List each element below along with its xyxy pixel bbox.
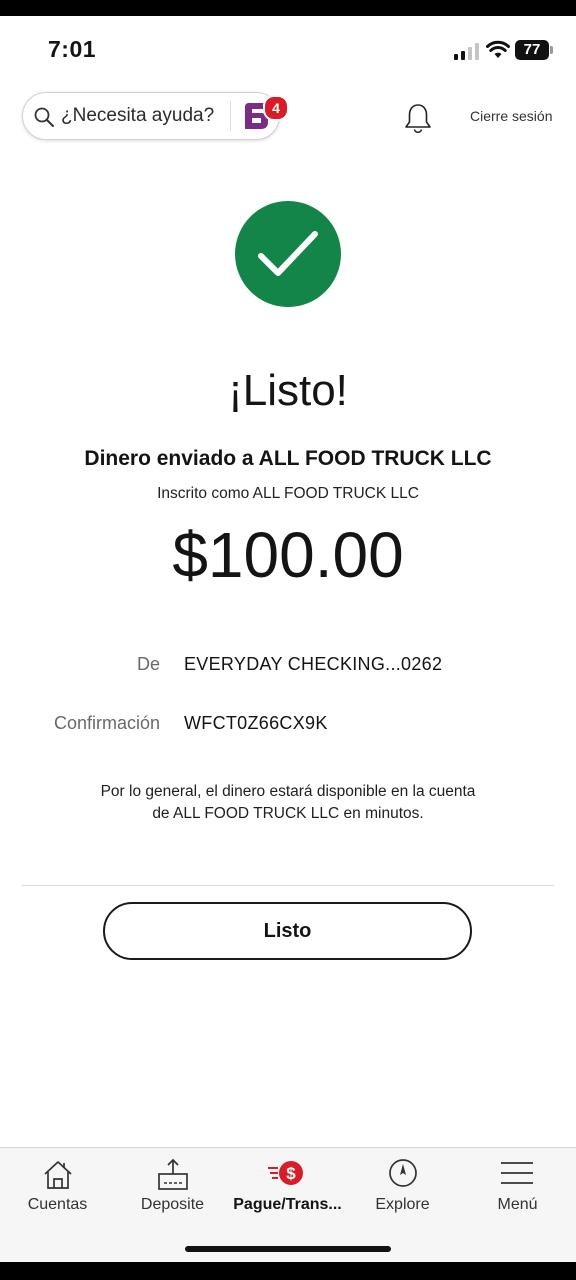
search-bar[interactable]: ¿Necesita ayuda? 4 (22, 92, 289, 140)
battery-icon: 77 (515, 40, 549, 60)
bell-icon[interactable] (403, 102, 433, 134)
bottom-black-bar (0, 1262, 576, 1280)
search-icon (34, 107, 54, 127)
registered-as-text: Inscrito como ALL FOOD TRUCK LLC (157, 485, 419, 502)
done-button[interactable]: Listo (103, 902, 472, 960)
search-divider (230, 101, 231, 131)
success-check-icon (235, 201, 341, 307)
wifi-icon (486, 40, 510, 58)
search-placeholder: ¿Necesita ayuda? (61, 105, 215, 126)
svg-text:$: $ (286, 1164, 296, 1183)
hamburger-menu-icon (501, 1162, 533, 1184)
nav-label-menu: Menú (497, 1196, 538, 1213)
status-time: 7:01 (48, 36, 97, 62)
nav-item-deposite[interactable]: Deposite (115, 1148, 230, 1228)
home-icon (44, 1161, 72, 1189)
notification-badge: 4 (263, 95, 289, 121)
confirmation-number-value: WFCT0Z66CX9K (184, 713, 328, 733)
deposit-icon (158, 1158, 188, 1190)
nav-label-cuentas: Cuentas (27, 1196, 88, 1213)
section-divider (22, 885, 554, 886)
top-black-bar (0, 0, 576, 16)
compass-icon (389, 1159, 417, 1187)
from-account-value: EVERYDAY CHECKING...0262 (184, 654, 443, 674)
availability-note-line1: Por lo general, el dinero estará disponi… (100, 783, 476, 800)
nav-item-explore[interactable]: Explore (345, 1148, 460, 1228)
signal-icon (454, 42, 480, 60)
confirmation-label: Confirmación (53, 713, 160, 733)
nav-label-pague-trans: Pague/Trans... (233, 1196, 342, 1213)
nav-item-pague-trans[interactable]: $ Pague/Trans... (230, 1148, 345, 1228)
amount-value: $100.00 (172, 519, 404, 591)
battery-tip (550, 46, 553, 54)
nav-item-cuentas[interactable]: Cuentas (0, 1148, 115, 1228)
nav-label-deposite: Deposite (140, 1196, 205, 1213)
logout-link[interactable]: Cierre sesión (470, 108, 552, 124)
home-indicator (185, 1246, 391, 1252)
from-label: De (136, 654, 160, 674)
availability-note: Por lo general, el dinero estará disponi… (80, 781, 496, 825)
nav-item-menu[interactable]: Menú (460, 1148, 575, 1228)
page-title: ¡Listo! (228, 366, 348, 415)
nav-label-explore: Explore (375, 1196, 430, 1213)
recipient-heading: Dinero enviado a ALL FOOD TRUCK LLC (84, 447, 492, 470)
availability-note-line2: de ALL FOOD TRUCK LLC en minutos. (152, 805, 424, 822)
pay-transfer-icon: $ (268, 1161, 303, 1185)
